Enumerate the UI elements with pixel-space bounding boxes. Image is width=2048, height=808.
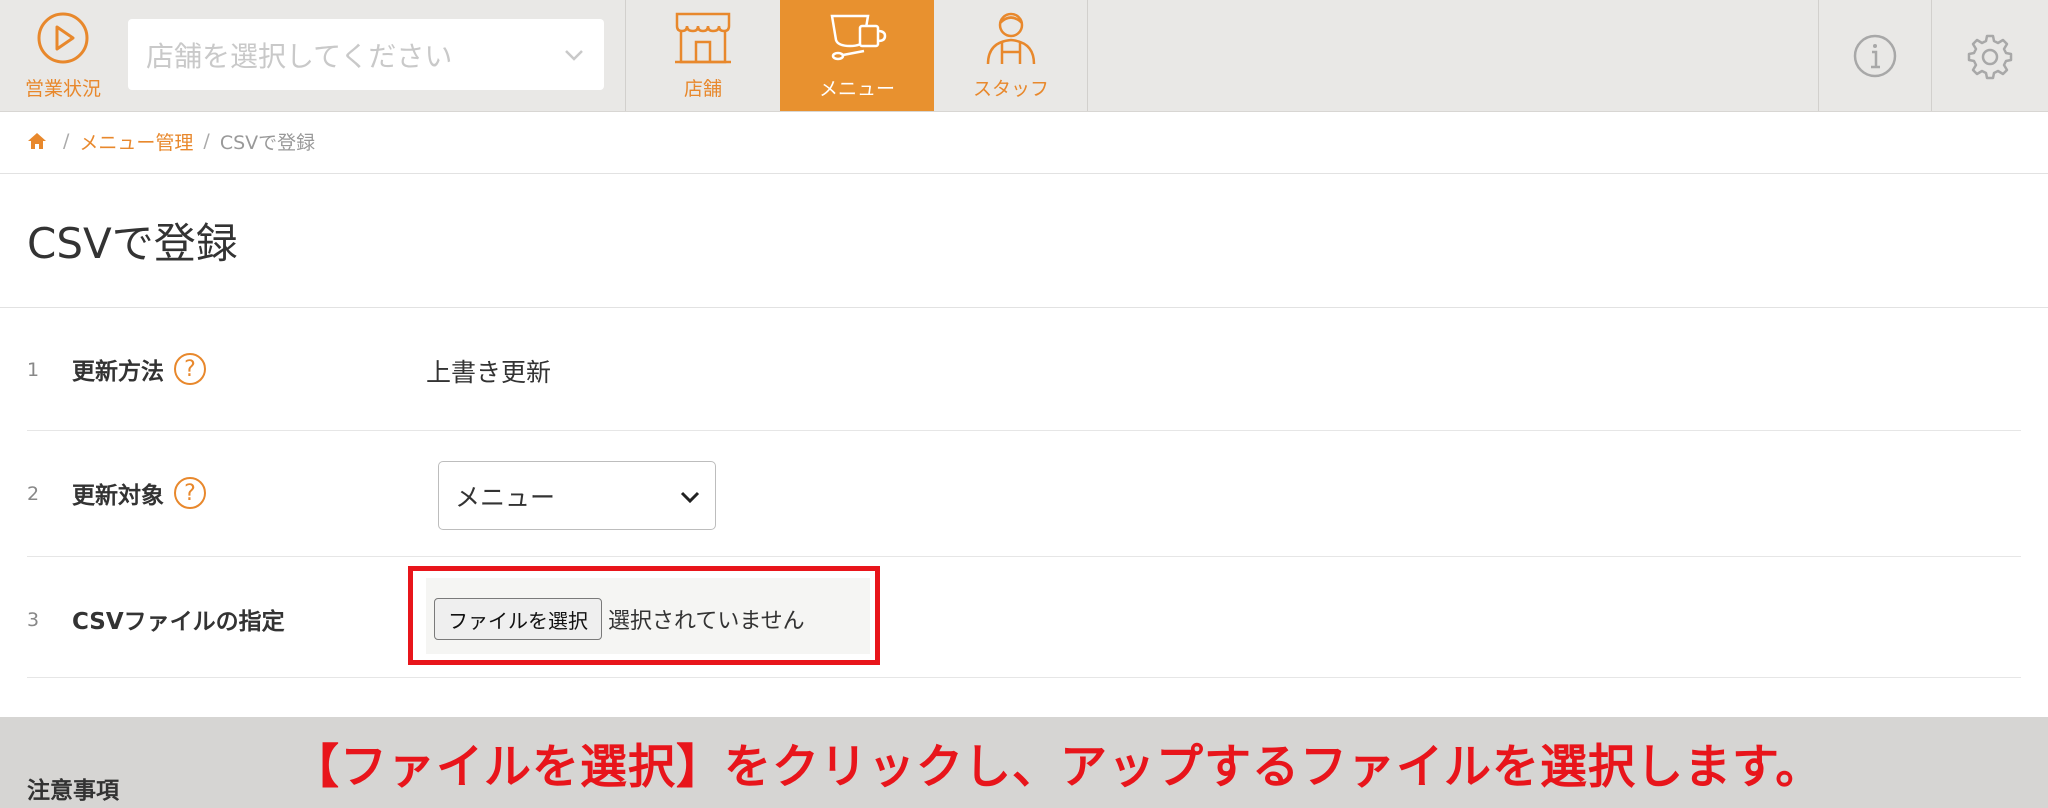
form-row-update-method: 1 更新方法 ?	[27, 352, 2021, 388]
store-select-placeholder: 店舗を選択してください	[146, 39, 453, 73]
notes-title: 注意事項	[27, 778, 119, 804]
info-button[interactable]	[1819, 0, 1931, 111]
chevron-down-icon	[565, 50, 583, 61]
staff-icon	[986, 12, 1036, 65]
row-number: 3	[27, 609, 40, 631]
update-target-label: 更新対象	[72, 483, 164, 509]
nav-item-staff[interactable]: スタッフ	[934, 0, 1088, 111]
storefront-icon	[675, 12, 731, 64]
instruction-caption: 【ファイルを選択】をクリックし、アップするファイルを選択します。	[292, 740, 1824, 795]
breadcrumb: / メニュー管理 / CSVで登録	[27, 128, 315, 154]
csv-file-label: CSVファイルの指定	[72, 609, 285, 635]
gear-icon	[1967, 34, 2013, 79]
top-bar: 営業状況 店舗を選択してください 店舗 メニュー スタッフ	[0, 0, 2048, 112]
row-number: 2	[27, 483, 40, 505]
update-target-select[interactable]: メニュー	[438, 461, 716, 530]
nav-item-menu-label: メニュー	[818, 78, 895, 100]
page-title: CSVで登録	[27, 219, 238, 268]
nav-item-store[interactable]: 店舗	[626, 0, 780, 111]
form-row-csv-file: 3 CSVファイルの指定	[27, 602, 2021, 638]
nav-divider	[1087, 0, 1088, 111]
business-status-button[interactable]: 営業状況	[0, 0, 126, 111]
settings-button[interactable]	[1934, 0, 2046, 111]
business-status-label: 営業状況	[24, 78, 101, 100]
update-method-value: 上書き更新	[426, 358, 552, 387]
nav-item-menu[interactable]: メニュー	[780, 0, 934, 111]
divider	[0, 173, 2048, 174]
breadcrumb-separator: /	[63, 130, 70, 152]
help-icon[interactable]: ?	[174, 477, 206, 509]
breadcrumb-separator: /	[203, 130, 210, 152]
row-label: 更新方法 ?	[72, 352, 206, 386]
row-label: 更新対象 ?	[72, 476, 206, 510]
info-icon	[1853, 34, 1897, 77]
nav-divider	[1931, 0, 1932, 111]
breadcrumb-menu-management[interactable]: メニュー管理	[79, 128, 193, 155]
nav-item-staff-label: スタッフ	[972, 78, 1049, 100]
highlight-annotation-box	[408, 566, 880, 665]
chevron-down-icon	[680, 491, 700, 504]
breadcrumb-current: CSVで登録	[219, 131, 316, 154]
update-target-selected-value: メニュー	[455, 482, 556, 512]
row-divider	[27, 430, 2021, 431]
form-row-update-target: 2 更新対象 ?	[27, 476, 2021, 512]
home-icon[interactable]	[27, 131, 47, 151]
nav-item-store-label: 店舗	[683, 78, 722, 100]
update-method-label: 更新方法	[72, 359, 164, 385]
row-divider	[27, 556, 2021, 557]
help-icon[interactable]: ?	[174, 353, 206, 385]
row-number: 1	[27, 359, 40, 381]
play-circle-icon	[37, 12, 89, 64]
divider	[0, 307, 2048, 308]
cup-menu-icon	[830, 14, 887, 61]
store-select[interactable]: 店舗を選択してください	[128, 19, 604, 90]
row-divider	[27, 677, 2021, 678]
